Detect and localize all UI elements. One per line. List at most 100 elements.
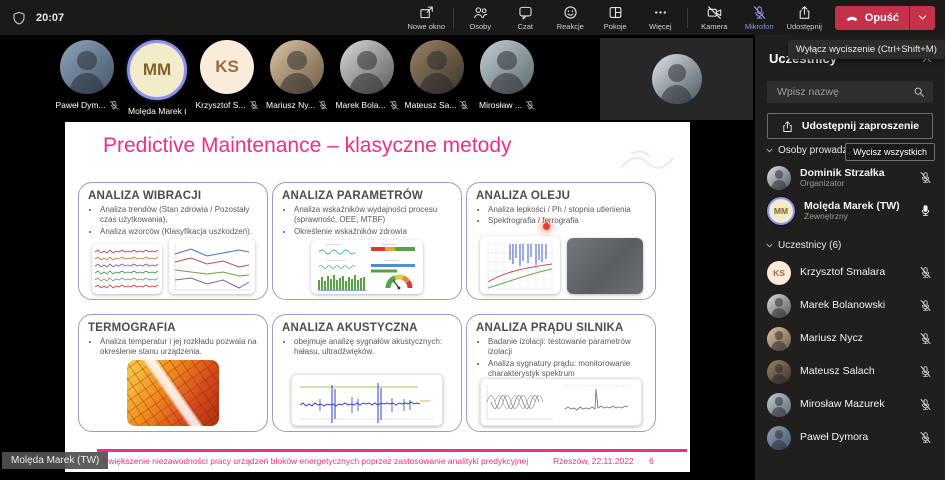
bullet: Analiza lepkości / Ph / stopnia utlenien… <box>488 205 646 215</box>
camera-off-icon <box>707 5 722 20</box>
video-tile-pawel-dymora[interactable]: Paweł Dym... <box>52 40 122 116</box>
participant-role: Zewnętrzny <box>804 212 900 222</box>
video-tile-mateusz-salach[interactable]: Mateusz Sa... <box>402 40 472 116</box>
box-title: ANALIZA PARAMETRÓW <box>282 190 452 202</box>
avatar <box>652 54 702 104</box>
participant-row-moleda-marek[interactable]: MM Molęda Marek (TW) Zewnętrzny <box>755 195 945 226</box>
kpi-dashboard-image <box>311 240 423 294</box>
share-button[interactable]: Udostępnij <box>782 0 827 35</box>
mic-off-icon[interactable] <box>919 299 932 312</box>
participant-name: Krzysztof Smalara <box>800 266 885 278</box>
bullet: Spektrografia / ferrografia <box>488 216 646 226</box>
invite-icon <box>781 120 794 133</box>
participant-row-marek-bolanowski[interactable]: Marek Bolanowski <box>755 290 945 321</box>
acoustic-signal-image <box>291 374 443 426</box>
bullet: Analiza wzorców (Klasyfikacja uszkodzeń)… <box>100 227 258 237</box>
mic-off-icon[interactable] <box>919 398 932 411</box>
video-tile-moleda-marek[interactable]: MM Molęda Marek (... <box>122 40 192 116</box>
avatar <box>270 40 324 94</box>
search-icon <box>913 86 925 98</box>
participant-name: Mirosław ... <box>479 100 522 110</box>
footer-place-date: Rzeszów, 22.11.2022 <box>553 456 634 466</box>
mic-off-icon <box>389 100 399 110</box>
box-title: ANALIZA WIBRACJI <box>88 190 258 202</box>
mic-off-icon[interactable] <box>919 365 932 378</box>
participant-name: Mariusz Nycz <box>800 332 863 344</box>
slide-watermark <box>617 144 687 178</box>
reactions-button[interactable]: Reakcje <box>548 0 593 35</box>
video-tile-marek-bolanowski[interactable]: Marek Bola... <box>332 40 402 116</box>
participant-name: Mateusz Salach <box>800 365 875 377</box>
participant-name: Marek Bolanowski <box>800 299 885 311</box>
participant-name: Paweł Dymora <box>800 431 868 443</box>
share-invite-button[interactable]: Udostępnij zaproszenie <box>767 113 933 139</box>
people-icon <box>473 5 488 20</box>
video-tile-mariusz-nycz[interactable]: Mariusz Ny... <box>262 40 332 116</box>
slide-title: Predictive Maintenance – klasyczne metod… <box>103 134 512 158</box>
search-input[interactable] <box>775 85 907 99</box>
people-button[interactable]: Osoby <box>458 0 503 35</box>
footer-page-number: 6 <box>649 456 654 466</box>
camera-button[interactable]: Kamera <box>692 0 737 35</box>
participant-role: Organizator <box>800 179 885 189</box>
mic-on-icon[interactable] <box>919 204 932 217</box>
participant-row-pawel-dymora[interactable]: Paweł Dymora <box>755 422 945 453</box>
shield-icon <box>12 11 26 25</box>
mute-all-button[interactable]: Wycisz wszystkich <box>845 143 935 161</box>
avatar <box>767 360 791 384</box>
avatar <box>767 393 791 417</box>
chat-button[interactable]: Czat <box>503 0 548 35</box>
participant-row-dominik-strzalka[interactable]: Dominik Strzałka Organizator <box>755 162 945 193</box>
participant-video-strip: Paweł Dym... MM Molęda Marek (... KS Krz… <box>52 40 542 116</box>
participant-row-krzysztof-smalara[interactable]: KS Krzysztof Smalara <box>755 257 945 288</box>
participant-name: Krzysztof S... <box>195 100 245 110</box>
slide-box-termografia: TERMOGRAFIA Analiza temperatur i jej roz… <box>78 314 268 432</box>
bullet: Badanie izolacji: testowanie parametrów … <box>488 337 646 358</box>
rooms-button[interactable]: Pokoje <box>593 0 638 35</box>
participant-row-mariusz-nycz[interactable]: Mariusz Nycz <box>755 323 945 354</box>
mic-off-icon[interactable] <box>919 332 932 345</box>
avatar <box>767 426 791 450</box>
video-tile-krzysztof-smalara[interactable]: KS Krzysztof S... <box>192 40 262 116</box>
phone-down-icon <box>845 11 859 25</box>
mic-off-icon[interactable] <box>919 266 932 279</box>
mic-off-icon[interactable] <box>919 171 932 184</box>
avatar <box>767 294 791 318</box>
video-tile-miroslaw-mazurek[interactable]: Mirosław ... <box>472 40 542 116</box>
microphone-button[interactable]: Mikrofon <box>737 0 782 35</box>
bullet: Analiza wskaźników wydajności procesu (s… <box>294 205 452 226</box>
mic-off-icon[interactable] <box>919 431 932 444</box>
participant-name: Paweł Dym... <box>55 100 105 110</box>
leave-label: Opuść <box>865 12 899 24</box>
slide-box-analiza-parametrow: ANALIZA PARAMETRÓW Analiza wskaźników wy… <box>272 182 462 300</box>
mic-off-icon <box>525 100 535 110</box>
chevron-down-icon <box>917 12 928 23</box>
new-window-icon <box>419 5 434 20</box>
avatar-initials: MM <box>767 197 795 225</box>
participant-name: Dominik Strzałka <box>800 167 885 179</box>
box-title: ANALIZA AKUSTYCZNA <box>282 322 452 334</box>
leave-options-button[interactable] <box>909 6 935 30</box>
shared-presentation-slide: Predictive Maintenance – klasyczne metod… <box>65 122 690 472</box>
participant-row-miroslaw-mazurek[interactable]: Mirosław Mazurek <box>755 389 945 420</box>
participant-name: Molęda Marek (... <box>128 106 186 116</box>
avatar <box>60 40 114 94</box>
attendees-section-header[interactable]: Uczestnicy (6) <box>765 240 841 251</box>
slide-box-analiza-pradu-silnika: ANALIZA PRĄDU SILNIKA Badanie izolacji: … <box>466 314 656 432</box>
leave-button[interactable]: Opuść <box>835 6 935 30</box>
footer-text: Zwiększenie niezawodności pracy urządzeń… <box>103 456 528 466</box>
participant-name: Molęda Marek (TW) <box>804 200 900 212</box>
avatar <box>410 40 464 94</box>
avatar-initials: KS <box>767 261 791 285</box>
current-signature-image <box>480 378 642 426</box>
more-button[interactable]: Więcej <box>638 0 683 35</box>
presenter-name-label: Molęda Marek (TW) <box>2 452 108 469</box>
participant-row-mateusz-salach[interactable]: Mateusz Salach <box>755 356 945 387</box>
slide-box-analiza-wibracji: ANALIZA WIBRACJI Analiza trendów (Stan z… <box>78 182 268 300</box>
main-video-tile[interactable] <box>600 38 753 120</box>
new-window-button[interactable]: Nowe okno <box>404 0 449 35</box>
toolbar-divider <box>687 8 688 28</box>
rooms-icon <box>608 5 623 20</box>
mic-off-icon <box>109 100 119 110</box>
mic-off-icon <box>459 100 469 110</box>
